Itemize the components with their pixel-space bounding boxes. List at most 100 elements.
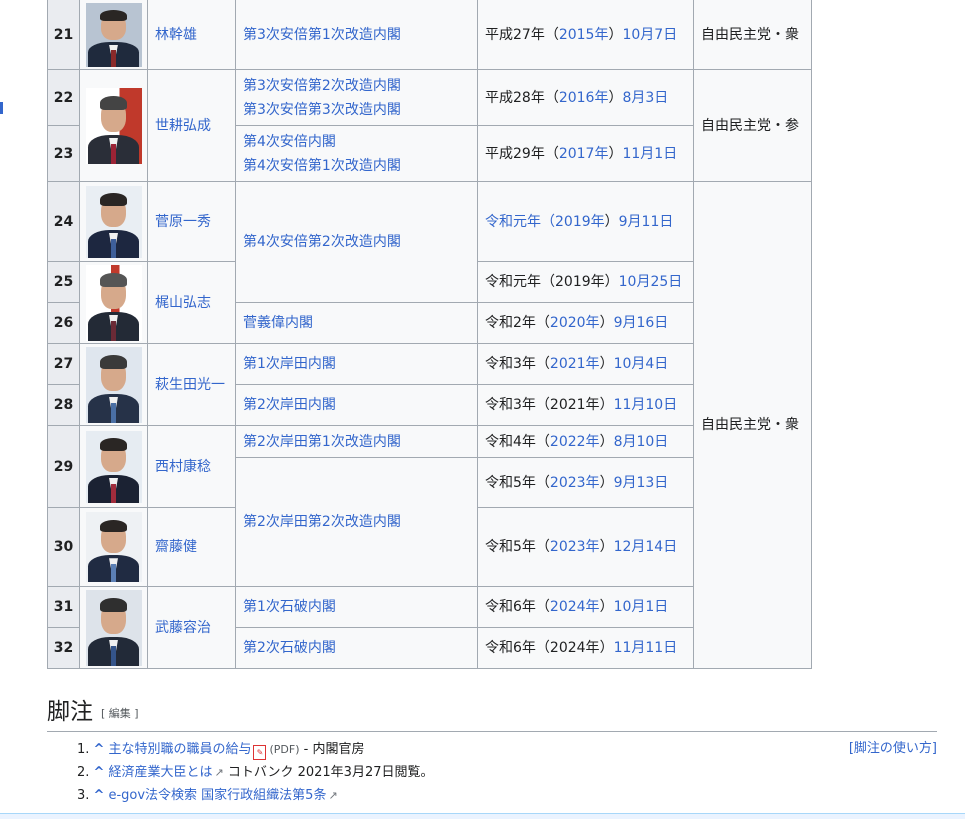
cabinet-link[interactable]: 第3次安倍第1次改造内閣	[243, 27, 401, 43]
minister-name-link[interactable]: 梶山弘志	[155, 295, 211, 311]
cabinet-link[interactable]: 第2次岸田第2次改造内閣	[243, 514, 401, 530]
cabinet-link[interactable]: 第1次石破内閣	[243, 599, 336, 615]
appointment-date: 令和6年（2024年）10月1日	[477, 586, 694, 628]
cabinet-link[interactable]: 第4次安倍内閣	[243, 134, 336, 150]
minister-name-link[interactable]: 林幹雄	[155, 27, 197, 43]
table-row: 21 林幹雄 第3次安倍第1次改造内閣 平成27年（2015年）10月7日 自由…	[47, 0, 812, 70]
row-number: 32	[47, 627, 80, 669]
year-link[interactable]: 2016年	[559, 90, 609, 106]
date-link[interactable]: 10月7日	[622, 27, 677, 43]
minister-portrait-image[interactable]	[85, 2, 142, 67]
appointment-date: 令和5年（2023年）9月13日	[477, 457, 694, 508]
party-cell: 自由民主党・衆	[693, 181, 812, 669]
year-link[interactable]: 2022年	[550, 434, 600, 450]
footnote-link[interactable]: 主な特別職の職員の給与	[108, 742, 251, 757]
minister-table: 21 林幹雄 第3次安倍第1次改造内閣 平成27年（2015年）10月7日 自由…	[47, 0, 812, 669]
external-link-icon: ↗	[328, 789, 338, 802]
appointment-date: 平成28年（2016年）8月3日	[477, 69, 694, 126]
year-link[interactable]: 2023年	[550, 539, 600, 555]
date-link[interactable]: 9月16日	[614, 315, 669, 331]
footnote-link[interactable]: e-gov法令検索 国家行政組織法第5条	[108, 788, 326, 803]
year-link[interactable]: 2023年	[550, 475, 600, 491]
pdf-icon: ✎	[253, 745, 267, 760]
date-link[interactable]: 8月10日	[614, 434, 669, 450]
row-number: 29	[47, 425, 80, 508]
row-number: 23	[47, 125, 80, 182]
footnote-marker: 3.	[77, 788, 90, 803]
minister-portrait-image[interactable]	[85, 87, 142, 164]
footnotes-heading: 脚注[ 編集 ]	[47, 699, 139, 725]
row-number: 30	[47, 507, 80, 587]
appointment-date: 令和元年（2019年）9月11日	[477, 181, 694, 262]
cabinet-link[interactable]: 第2次石破内閣	[243, 640, 336, 656]
appointment-date: 平成27年（2015年）10月7日	[477, 0, 694, 70]
cabinet-link[interactable]: 第1次岸田内閣	[243, 356, 336, 372]
minister-portrait-image[interactable]	[85, 264, 142, 341]
minister-portrait-image[interactable]	[85, 346, 142, 423]
year-link[interactable]: 2020年	[550, 315, 600, 331]
edit-section-link[interactable]: [ 編集 ]	[101, 707, 139, 720]
party-cell: 自由民主党・衆	[693, 0, 812, 70]
backlink-caret[interactable]: ^	[94, 765, 105, 780]
appointment-date: 令和2年（2020年）9月16日	[477, 302, 694, 344]
date-link[interactable]: 10月1日	[614, 599, 669, 615]
row-number: 25	[47, 261, 80, 303]
appointment-date: 令和6年（2024年）11月11日	[477, 627, 694, 669]
backlink-caret[interactable]: ^	[94, 742, 105, 757]
minister-portrait-image[interactable]	[85, 589, 142, 666]
row-number: 31	[47, 586, 80, 628]
minister-name-link[interactable]: 西村康稔	[155, 459, 211, 475]
date-link[interactable]: 10月25日	[619, 274, 683, 290]
appointment-date: 令和5年（2023年）12月14日	[477, 507, 694, 587]
minister-name-link[interactable]: 萩生田光一	[155, 377, 225, 393]
date-link[interactable]: 11月10日	[614, 397, 678, 413]
external-link-icon: ↗	[214, 766, 224, 779]
appointment-date: 令和4年（2022年）8月10日	[477, 425, 694, 458]
minister-name-link[interactable]: 菅原一秀	[155, 214, 211, 230]
year-link[interactable]: 2019年	[555, 214, 605, 230]
footnote-marker: 2.	[77, 765, 90, 780]
year-link[interactable]: 2024年	[550, 599, 600, 615]
appointment-date: 令和3年（2021年）10月4日	[477, 343, 694, 385]
row-number: 26	[47, 302, 80, 344]
row-number: 24	[47, 181, 80, 262]
page-bottom-edge	[0, 813, 965, 819]
footnote-help-link[interactable]: [脚注の使い方]	[849, 737, 937, 756]
minister-portrait-image[interactable]	[85, 430, 142, 503]
cabinet-link[interactable]: 第2次岸田内閣	[243, 397, 336, 413]
date-link[interactable]: 9月11日	[619, 214, 674, 230]
backlink-caret[interactable]: ^	[94, 788, 105, 803]
cabinet-link[interactable]: 第3次安倍第2次改造内閣	[243, 78, 401, 94]
appointment-date: 令和3年（2021年）11月10日	[477, 384, 694, 426]
footnote-item: 2. ^ 経済産業大臣とは ↗ コトバンク 2021年3月27日閲覧。	[77, 761, 937, 784]
cabinet-link[interactable]: 第4次安倍第1次改造内閣	[243, 158, 401, 174]
minister-name-link[interactable]: 齋藤健	[155, 539, 197, 555]
year-link[interactable]: 2017年	[559, 146, 609, 162]
appointment-date: 平成29年（2017年）11月1日	[477, 125, 694, 182]
year-link[interactable]: 2021年	[550, 356, 600, 372]
date-link[interactable]: 12月14日	[614, 539, 678, 555]
date-link[interactable]: 11月11日	[614, 640, 678, 656]
row-number: 21	[47, 0, 80, 70]
date-link[interactable]: 9月13日	[614, 475, 669, 491]
footnote-item: 1. ^ 主な特別職の職員の給与 ✎ (PDF) - 内閣官房	[77, 738, 937, 761]
cabinet-link[interactable]: 第3次安倍第3次改造内閣	[243, 102, 401, 118]
minister-name-link[interactable]: 武藤容治	[155, 620, 211, 636]
table-row: 22 世耕弘成 第3次安倍第2次改造内閣 第3次安倍第3次改造内閣 平成28年（2…	[47, 69, 812, 182]
cabinet-link[interactable]: 第2次岸田第1次改造内閣	[243, 434, 401, 450]
date-link[interactable]: 8月3日	[622, 90, 668, 106]
date-link[interactable]: 11月1日	[622, 146, 677, 162]
minister-name-link[interactable]: 世耕弘成	[155, 118, 211, 134]
minister-portrait-image[interactable]	[85, 512, 142, 582]
cabinet-link[interactable]: 第4次安倍第2次改造内閣	[243, 234, 401, 250]
cabinet-link[interactable]: 菅義偉内閣	[243, 315, 313, 331]
footnote-link[interactable]: 経済産業大臣とは	[108, 765, 212, 780]
date-link[interactable]: 10月4日	[614, 356, 669, 372]
year-link[interactable]: 2015年	[559, 27, 609, 43]
era-link[interactable]: 令和元年（	[485, 214, 555, 230]
heading-divider	[47, 731, 937, 732]
sidebar-link-fragment[interactable]	[0, 102, 3, 114]
row-number: 28	[47, 384, 80, 426]
minister-portrait-image[interactable]	[85, 185, 142, 258]
table-row: 24 菅原一秀 第4次安倍第2次改造内閣 令和元年（2019年）9月11日 自由…	[47, 181, 812, 669]
